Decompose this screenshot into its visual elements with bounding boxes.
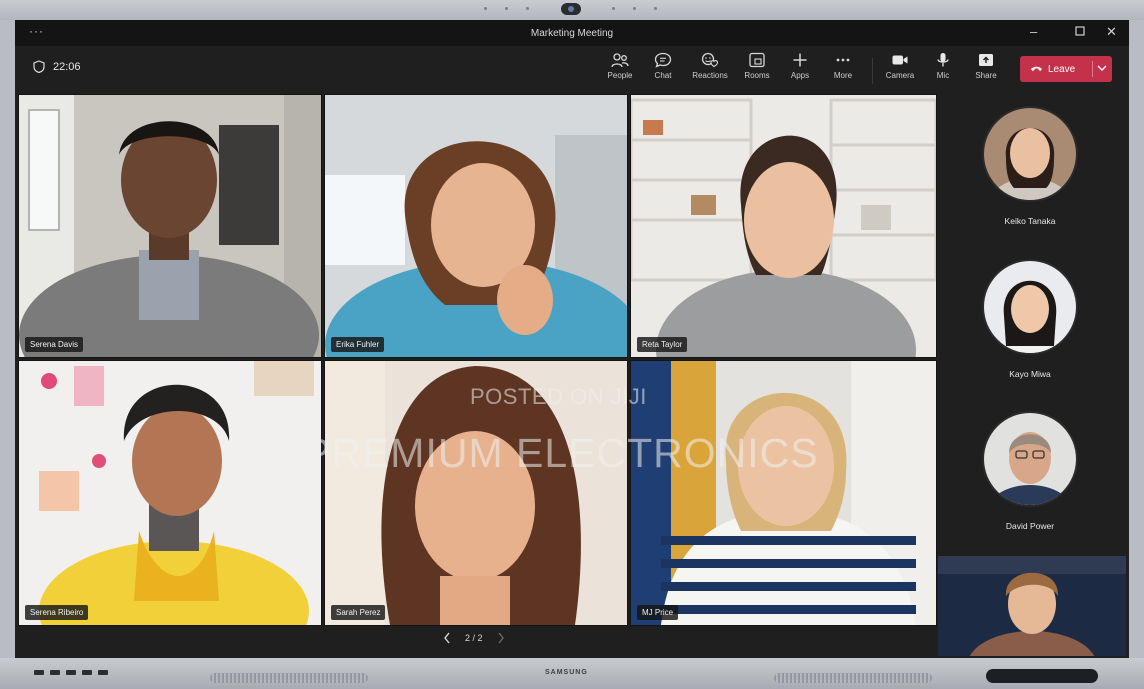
self-view-video[interactable] (938, 556, 1126, 656)
bezel-dot (612, 7, 615, 10)
rooms-button[interactable]: Rooms (735, 52, 779, 80)
speaker-grille-left (210, 673, 368, 683)
participant-name-tag: Serena Davis (25, 337, 84, 352)
camera-label: Camera (885, 71, 915, 80)
bezel-dot (526, 7, 529, 10)
close-icon[interactable]: ✕ (1106, 25, 1117, 39)
participant-name-tag: Sarah Perez (331, 605, 386, 620)
video-tile-mj-price[interactable]: MJ Price (630, 360, 937, 626)
share-button[interactable]: Share (964, 52, 1008, 80)
device-brand-logo: SAMSUNG (545, 669, 588, 676)
participant-video (325, 361, 627, 625)
more-button[interactable]: More (821, 52, 865, 80)
title-bar: ··· Marketing Meeting – ✕ (15, 20, 1129, 46)
bezel-dot (484, 7, 487, 10)
leave-button[interactable]: Leave (1020, 56, 1112, 82)
share-label: Share (975, 71, 997, 80)
rooms-label: Rooms (744, 71, 770, 80)
chevron-down-icon[interactable] (1097, 65, 1107, 72)
reactions-button[interactable]: Reactions (688, 52, 732, 80)
more-label: More (833, 71, 853, 80)
participant-video (325, 95, 627, 357)
participant-video (19, 361, 321, 625)
camera-icon (892, 55, 908, 65)
timer-text: 22:06 (53, 60, 81, 73)
bezel-dot (654, 7, 657, 10)
avatar (982, 259, 1078, 355)
video-tile-erika-fuhler[interactable]: Erika Fuhler (324, 94, 628, 358)
device-sensor-bar (986, 669, 1098, 683)
gallery-pager: 2 / 2 (443, 632, 505, 644)
chat-label: Chat (654, 71, 672, 80)
leave-label: Leave (1048, 63, 1076, 75)
meeting-timer: 22:06 (33, 60, 81, 73)
teams-window: ··· Marketing Meeting – ✕ 22:06 People C… (15, 20, 1129, 658)
participant-name-tag: Erika Fuhler (331, 337, 385, 352)
apps-button[interactable]: Apps (778, 52, 822, 80)
chevron-right-icon[interactable] (497, 632, 505, 644)
participant-video (938, 556, 1126, 656)
video-tile-serena-ribeiro[interactable]: Serena Ribeiro (18, 360, 322, 626)
people-label: People (607, 71, 633, 80)
participant-video (631, 95, 936, 357)
side-participant-keiko-tanaka[interactable]: Keiko Tanaka (955, 106, 1105, 226)
mic-label: Mic (936, 71, 950, 80)
apps-label: Apps (790, 71, 810, 80)
participant-name: David Power (1005, 521, 1055, 531)
page-indicator: 2 / 2 (465, 633, 483, 643)
participant-video (631, 361, 936, 625)
maximize-icon[interactable] (1075, 25, 1085, 39)
speaker-grille-right (774, 673, 932, 683)
side-participant-david-power[interactable]: David Power (955, 411, 1105, 531)
participant-name: Keiko Tanaka (1004, 216, 1056, 226)
bezel-dot (633, 7, 636, 10)
chat-icon (654, 52, 672, 68)
rooms-icon (749, 52, 765, 68)
leave-divider (1092, 61, 1093, 77)
reactions-label: Reactions (692, 71, 728, 80)
window-title: Marketing Meeting (530, 28, 614, 39)
chevron-left-icon[interactable] (443, 632, 451, 644)
participant-name: Kayo Miwa (1009, 369, 1051, 379)
video-tile-reta-taylor[interactable]: Reta Taylor (630, 94, 937, 358)
participant-name-tag: Reta Taylor (637, 337, 688, 352)
video-tile-sarah-perez[interactable]: Sarah Perez (324, 360, 628, 626)
device-camera (561, 3, 581, 15)
participant-video (19, 95, 321, 357)
mic-button[interactable]: Mic (921, 52, 965, 80)
toolbar-divider (872, 58, 873, 84)
meeting-toolbar: 22:06 People Chat Reactions Rooms Apps M… (15, 46, 1129, 92)
avatar (982, 411, 1078, 507)
minimize-icon[interactable]: – (1030, 25, 1037, 39)
camera-button[interactable]: Camera (878, 52, 922, 80)
microphone-icon (937, 53, 949, 67)
phone-hangup-icon (1031, 66, 1042, 71)
avatar (982, 106, 1078, 202)
reactions-icon (701, 52, 719, 68)
plus-icon (793, 53, 807, 67)
people-icon (611, 53, 629, 68)
side-participant-kayo-miwa[interactable]: Kayo Miwa (955, 259, 1105, 379)
participant-name-tag: MJ Price (637, 605, 679, 620)
more-icon (836, 58, 850, 62)
shield-icon (33, 60, 45, 73)
chat-button[interactable]: Chat (641, 52, 685, 80)
video-tile-serena-davis[interactable]: Serena Davis (18, 94, 322, 358)
share-icon (979, 54, 993, 66)
participant-name-tag: Serena Ribeiro (25, 605, 89, 620)
people-button[interactable]: People (598, 52, 642, 80)
bezel-dot (505, 7, 508, 10)
device-ports (34, 670, 108, 675)
